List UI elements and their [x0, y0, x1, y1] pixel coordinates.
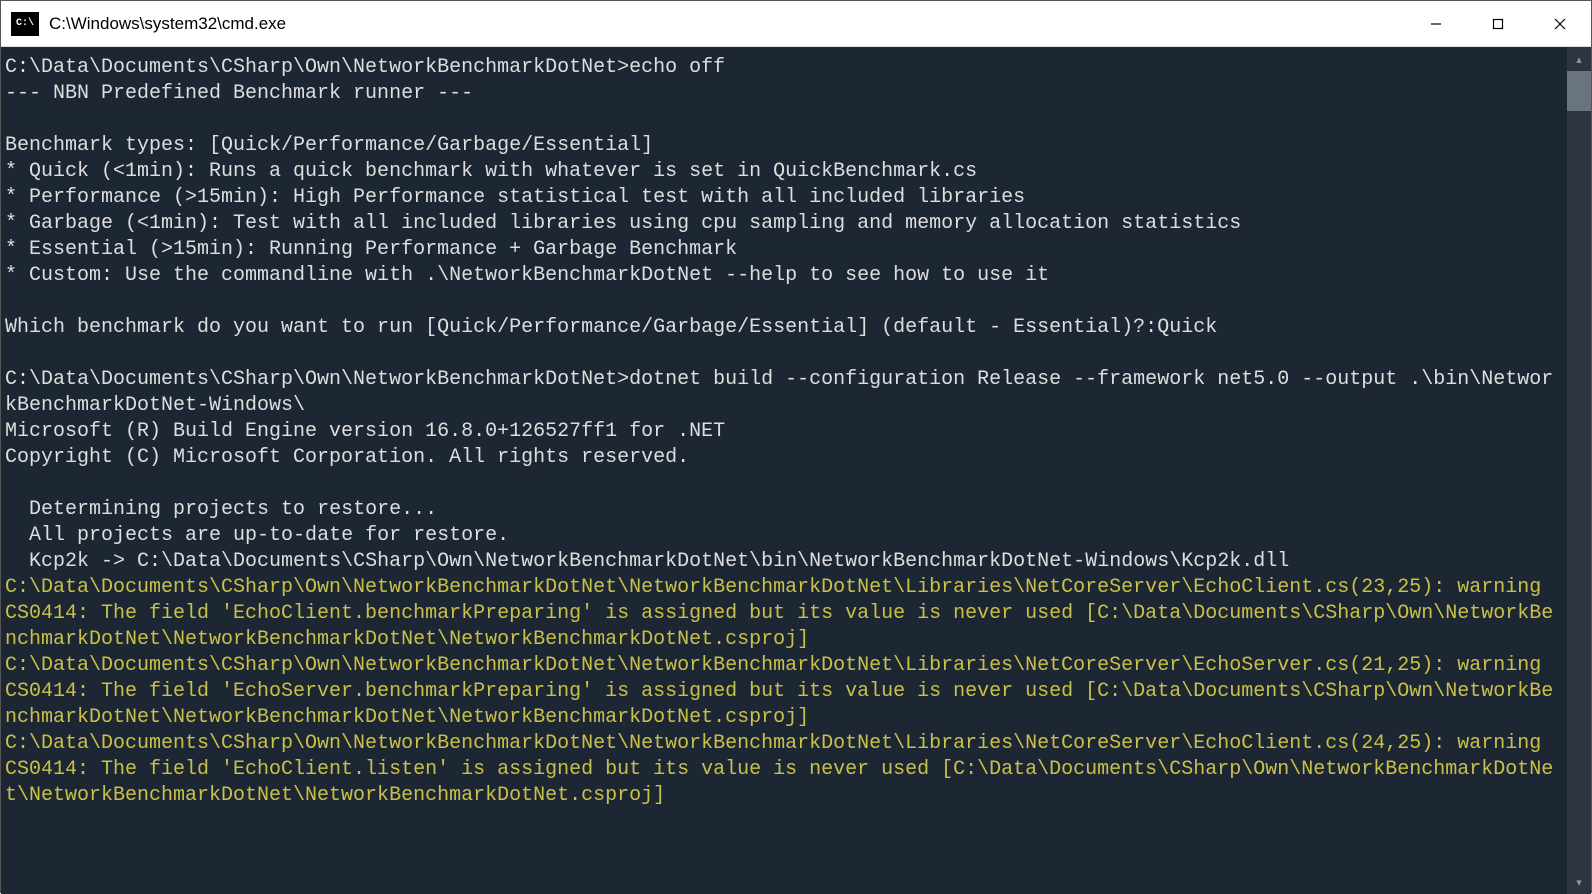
minimize-button[interactable]	[1405, 1, 1467, 47]
terminal-line: C:\Data\Documents\CSharp\Own\NetworkBenc…	[5, 653, 1563, 731]
maximize-icon	[1491, 17, 1505, 31]
terminal-line: * Quick (<1min): Runs a quick benchmark …	[5, 159, 1563, 185]
window-titlebar[interactable]: C:\Windows\system32\cmd.exe	[1, 1, 1591, 47]
scroll-up-icon[interactable]: ▴	[1567, 47, 1591, 71]
terminal-line	[5, 341, 1563, 367]
terminal-line: All projects are up-to-date for restore.	[5, 523, 1563, 549]
terminal-line: C:\Data\Documents\CSharp\Own\NetworkBenc…	[5, 367, 1563, 419]
terminal-line: C:\Data\Documents\CSharp\Own\NetworkBenc…	[5, 731, 1563, 809]
terminal-line: * Essential (>15min): Running Performanc…	[5, 237, 1563, 263]
close-icon	[1553, 17, 1567, 31]
terminal-line: Copyright (C) Microsoft Corporation. All…	[5, 445, 1563, 471]
scrollbar-thumb[interactable]	[1567, 71, 1591, 111]
terminal-line: * Performance (>15min): High Performance…	[5, 185, 1563, 211]
terminal-line: C:\Data\Documents\CSharp\Own\NetworkBenc…	[5, 55, 1563, 81]
maximize-button[interactable]	[1467, 1, 1529, 47]
terminal-line: --- NBN Predefined Benchmark runner ---	[5, 81, 1563, 107]
terminal-line: * Custom: Use the commandline with .\Net…	[5, 263, 1563, 289]
terminal-line: * Garbage (<1min): Test with all include…	[5, 211, 1563, 237]
terminal-line: Kcp2k -> C:\Data\Documents\CSharp\Own\Ne…	[5, 549, 1563, 575]
terminal-line: C:\Data\Documents\CSharp\Own\NetworkBenc…	[5, 575, 1563, 653]
terminal-output[interactable]: C:\Data\Documents\CSharp\Own\NetworkBenc…	[1, 47, 1567, 894]
terminal-window[interactable]: C:\Data\Documents\CSharp\Own\NetworkBenc…	[1, 47, 1591, 894]
terminal-line: Which benchmark do you want to run [Quic…	[5, 315, 1563, 341]
terminal-line: Benchmark types: [Quick/Performance/Garb…	[5, 133, 1563, 159]
window-controls	[1405, 1, 1591, 47]
terminal-line	[5, 107, 1563, 133]
terminal-line: Microsoft (R) Build Engine version 16.8.…	[5, 419, 1563, 445]
terminal-line	[5, 289, 1563, 315]
window-title: C:\Windows\system32\cmd.exe	[49, 14, 1405, 34]
close-button[interactable]	[1529, 1, 1591, 47]
cmd-icon	[11, 12, 39, 36]
terminal-line: Determining projects to restore...	[5, 497, 1563, 523]
terminal-line	[5, 471, 1563, 497]
scroll-down-icon[interactable]: ▾	[1567, 870, 1591, 894]
scrollbar[interactable]: ▴ ▾	[1567, 47, 1591, 894]
minimize-icon	[1429, 17, 1443, 31]
